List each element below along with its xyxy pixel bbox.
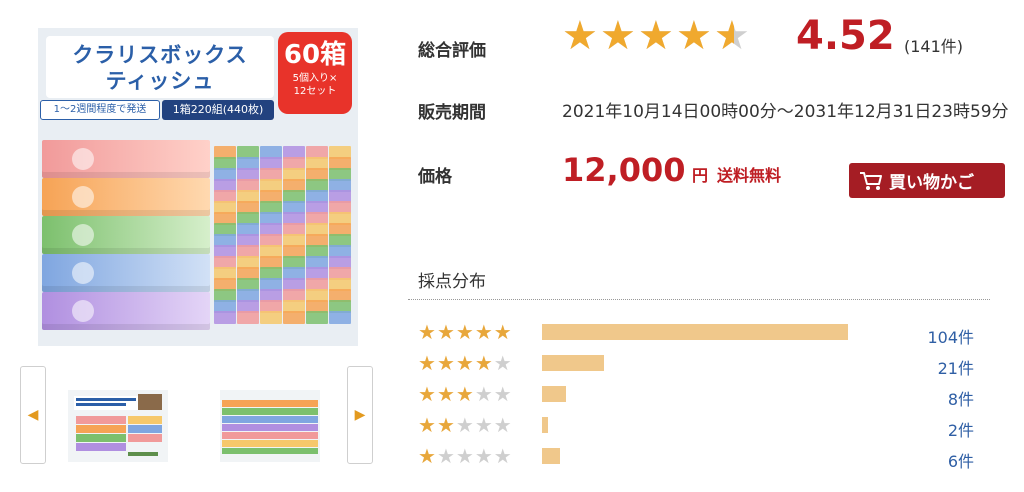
tissue-box-small bbox=[260, 311, 282, 324]
star-icon: ★ bbox=[455, 413, 475, 437]
tissue-box-small bbox=[283, 311, 305, 324]
period-label: 販売期間 bbox=[418, 103, 486, 123]
rating-star-icon: ★ ★ bbox=[638, 14, 676, 58]
distribution-row[interactable]: ★★★★★ 21件 bbox=[418, 349, 978, 379]
rating-star-icon: ★ ★ bbox=[714, 13, 750, 59]
star-icon: ★ bbox=[474, 413, 494, 437]
distribution-count[interactable]: 8件 bbox=[948, 386, 974, 410]
product-main-image[interactable]: クラリスボックス ティッシュ 60箱 5個入り× 12セット 1〜2週間程度で発… bbox=[38, 28, 358, 346]
star-icon: ★ bbox=[436, 351, 456, 375]
distribution-bar bbox=[542, 417, 548, 433]
price-label: 価格 bbox=[418, 167, 452, 187]
thumbnail-next-button[interactable]: ▶ bbox=[347, 366, 373, 464]
rating-star-icon: ★ ★ bbox=[600, 14, 638, 58]
star-icon: ★ bbox=[436, 413, 456, 437]
rating-star-fill: ★ bbox=[638, 14, 674, 58]
star-icon: ★ bbox=[455, 444, 475, 468]
add-to-cart-button[interactable]: 買い物かご bbox=[849, 163, 1005, 198]
star-icon: ★ bbox=[418, 382, 437, 406]
tissue-box-small bbox=[306, 311, 328, 324]
star-icon: ★ bbox=[436, 320, 456, 344]
star-icon: ★ bbox=[418, 444, 437, 468]
tissue-box-small bbox=[237, 311, 259, 324]
distribution-row[interactable]: ★★★★★ 6件 bbox=[418, 442, 978, 472]
star-icon: ★ bbox=[455, 320, 475, 344]
distribution-stars: ★★★★★ bbox=[418, 442, 513, 470]
quantity-badge: 60箱 5個入り× 12セット bbox=[278, 32, 352, 114]
distribution-bar bbox=[542, 448, 560, 464]
rating-star-icon: ★ ★ bbox=[676, 14, 714, 58]
distribution-stars: ★★★★★ bbox=[418, 318, 513, 346]
star-icon: ★ bbox=[493, 444, 513, 468]
distribution-count[interactable]: 6件 bbox=[948, 448, 974, 472]
free-shipping-label: 送料無料 bbox=[717, 166, 782, 185]
tissue-box-red bbox=[42, 140, 210, 178]
sheets-note: 1箱220組(440枚) bbox=[162, 100, 274, 120]
tissue-box-orange bbox=[42, 178, 210, 216]
star-icon: ★ bbox=[474, 382, 494, 406]
rating-star-fill: ★ bbox=[600, 14, 636, 58]
rating-stars: ★ ★ ★ ★ ★ ★ ★ ★ ★ ★ bbox=[562, 14, 752, 58]
rating-star-icon: ★ ★ bbox=[562, 14, 600, 58]
distribution-count[interactable]: 21件 bbox=[938, 355, 974, 379]
rating-value: 4.52 bbox=[796, 13, 895, 59]
rating-star-fill: ★ bbox=[562, 14, 598, 58]
star-icon: ★ bbox=[418, 351, 437, 375]
distribution-title: 採点分布 bbox=[418, 272, 486, 292]
thumbnail-1-graphic bbox=[74, 394, 162, 456]
distribution-bar bbox=[542, 386, 566, 402]
distribution-row[interactable]: ★★★★★ 104件 bbox=[418, 318, 978, 348]
chevron-left-icon: ◀ bbox=[27, 407, 39, 423]
tissue-box-small bbox=[214, 311, 236, 324]
distribution-stars: ★★★★★ bbox=[418, 380, 513, 408]
star-icon: ★ bbox=[436, 444, 456, 468]
thumbnail-2-graphic bbox=[222, 400, 318, 454]
review-count-link[interactable]: (141件) bbox=[904, 33, 963, 57]
rating-star-fill: ★ bbox=[714, 14, 734, 58]
distribution-row[interactable]: ★★★★★ 2件 bbox=[418, 411, 978, 441]
tissue-box-blue bbox=[42, 254, 210, 292]
distribution-row[interactable]: ★★★★★ 8件 bbox=[418, 380, 978, 410]
star-icon: ★ bbox=[474, 444, 494, 468]
thumbnail-1[interactable] bbox=[68, 390, 168, 462]
star-icon: ★ bbox=[493, 382, 513, 406]
sales-period: 2021年10月14日00時00分〜2031年12月31日23時59分 bbox=[562, 102, 1009, 122]
badge-count: 60箱 bbox=[283, 40, 347, 70]
image-title-box: クラリスボックス ティッシュ bbox=[46, 36, 274, 98]
star-icon: ★ bbox=[493, 413, 513, 437]
rating-label: 総合評価 bbox=[418, 41, 486, 61]
tissue-box-small bbox=[329, 311, 351, 324]
star-icon: ★ bbox=[493, 320, 513, 344]
price-unit: 円 bbox=[692, 166, 709, 185]
chevron-right-icon: ▶ bbox=[354, 407, 366, 423]
star-icon: ★ bbox=[493, 351, 513, 375]
cart-button-label: 買い物かご bbox=[889, 173, 974, 193]
thumbnail-2[interactable] bbox=[220, 390, 320, 462]
image-title: クラリスボックス ティッシュ bbox=[72, 43, 248, 93]
distribution-count[interactable]: 104件 bbox=[927, 324, 974, 348]
distribution-stars: ★★★★★ bbox=[418, 349, 513, 377]
star-icon: ★ bbox=[474, 351, 494, 375]
star-icon: ★ bbox=[455, 382, 475, 406]
rating-star-fill: ★ bbox=[676, 14, 712, 58]
badge-sub: 5個入り× 12セット bbox=[292, 73, 338, 97]
tissue-box-purple bbox=[42, 292, 210, 330]
cart-icon bbox=[860, 171, 882, 190]
distribution-count[interactable]: 2件 bbox=[948, 417, 974, 441]
star-icon: ★ bbox=[418, 413, 437, 437]
shipping-note: 1〜2週間程度で発送 bbox=[40, 100, 160, 120]
star-icon: ★ bbox=[436, 382, 456, 406]
distribution-divider bbox=[408, 299, 990, 300]
thumbnail-prev-button[interactable]: ◀ bbox=[20, 366, 46, 464]
distribution-stars: ★★★★★ bbox=[418, 411, 513, 439]
price-amount: 12,000 bbox=[562, 151, 686, 189]
tissue-box-green bbox=[42, 216, 210, 254]
star-icon: ★ bbox=[474, 320, 494, 344]
star-icon: ★ bbox=[455, 351, 475, 375]
star-icon: ★ bbox=[418, 320, 437, 344]
distribution-bar bbox=[542, 355, 604, 371]
distribution-bar bbox=[542, 324, 848, 340]
